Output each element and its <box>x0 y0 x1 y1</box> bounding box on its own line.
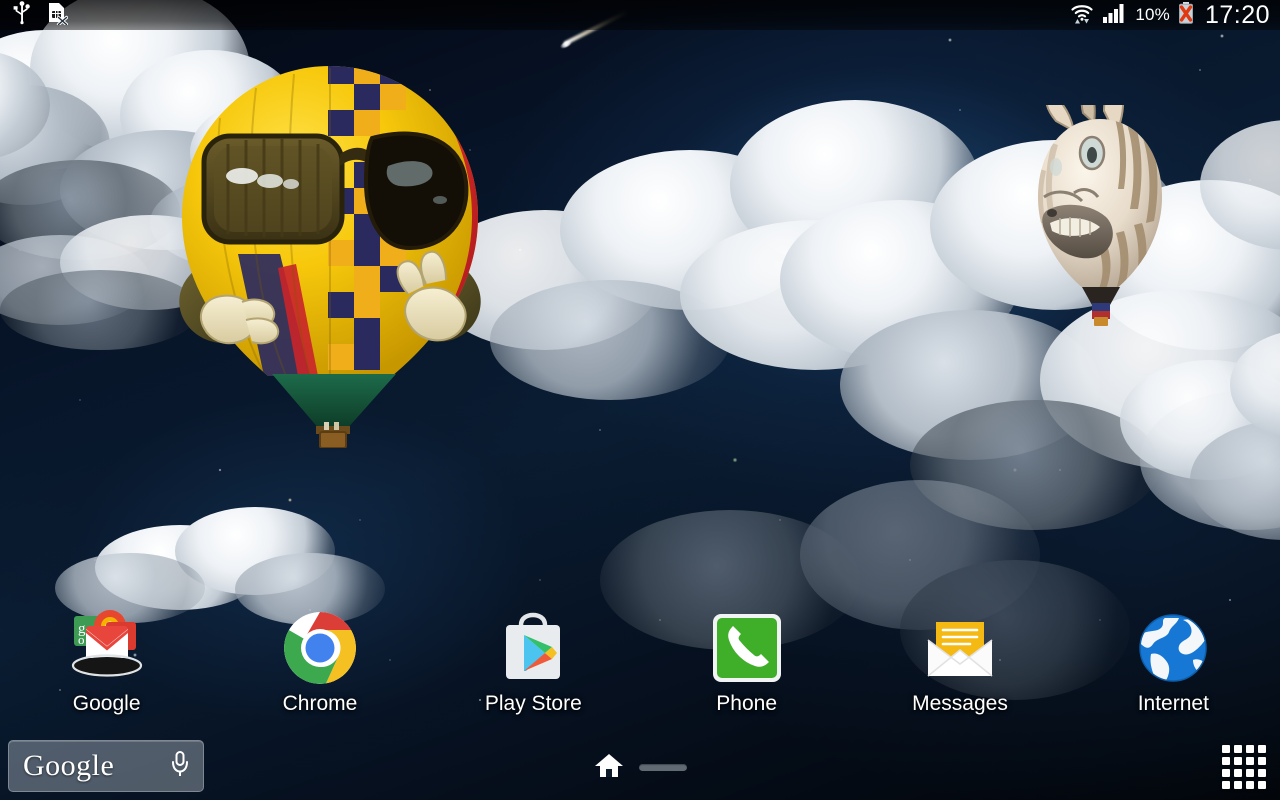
signal-bars-icon <box>1102 1 1128 30</box>
page-indicators <box>0 735 1280 800</box>
status-bar-clock: 17:20 <box>1204 0 1270 29</box>
grid-cell <box>1234 745 1242 753</box>
app-label: Chrome <box>282 692 358 715</box>
grid-cell <box>1258 769 1266 777</box>
grid-cell <box>1258 781 1266 789</box>
battery-percent-label: 10% <box>1135 5 1170 24</box>
app-label: Play Store <box>484 692 582 715</box>
grid-cell <box>1246 745 1254 753</box>
chrome-icon <box>277 608 363 688</box>
grid-cell <box>1234 769 1242 777</box>
app-icon-internet[interactable]: Internet <box>1067 600 1280 725</box>
home-screen-app-row: g o Google Chrome Play Store Phone Messa… <box>0 600 1280 725</box>
app-label: Google <box>72 692 141 715</box>
app-icon-play-store[interactable]: Play Store <box>427 600 640 725</box>
app-icon-google-folder[interactable]: g o Google <box>0 600 213 725</box>
app-label: Messages <box>912 692 1008 715</box>
svg-text:o: o <box>78 632 85 647</box>
grid-cell <box>1258 757 1266 765</box>
app-label: Internet <box>1137 692 1209 715</box>
status-bar-right: 10% 17:20 <box>1069 1 1270 30</box>
grid-cell <box>1246 781 1254 789</box>
app-label: Phone <box>716 692 778 715</box>
android-home-screen: 10% 17:20 g o Google Chrome Play Store P… <box>0 0 1280 800</box>
grid-cell <box>1246 757 1254 765</box>
app-icon-messages[interactable]: Messages <box>853 600 1066 725</box>
grid-cell <box>1234 781 1242 789</box>
status-bar-left <box>12 0 69 30</box>
wifi-icon <box>1069 1 1095 30</box>
shooting-star-icon <box>556 9 630 66</box>
grid-cell <box>1258 745 1266 753</box>
bottom-bar: Google <box>0 735 1280 800</box>
internet-globe-icon <box>1130 608 1216 688</box>
play-store-icon <box>490 608 576 688</box>
app-drawer-button[interactable] <box>1222 745 1266 789</box>
phone-icon <box>704 608 790 688</box>
battery-error-icon <box>1177 1 1195 30</box>
grid-cell <box>1222 757 1230 765</box>
grid-cell <box>1246 769 1254 777</box>
cloud-right-edge <box>1120 330 1280 560</box>
smiley-sunglasses-balloon <box>160 58 500 449</box>
zebra-balloon <box>1030 87 1170 330</box>
page-indicator-2[interactable] <box>639 764 687 771</box>
messages-icon <box>917 608 1003 688</box>
grid-cell <box>1222 781 1230 789</box>
grid-cell <box>1234 757 1242 765</box>
grid-cell <box>1222 745 1230 753</box>
google-folder-icon: g o <box>64 608 150 688</box>
grid-cell <box>1222 769 1230 777</box>
page-indicator-home[interactable] <box>593 751 625 784</box>
usb-icon <box>12 0 32 30</box>
no-sim-card-icon <box>46 1 69 30</box>
status-bar[interactable]: 10% 17:20 <box>0 0 1280 30</box>
app-icon-chrome[interactable]: Chrome <box>213 600 426 725</box>
app-icon-phone[interactable]: Phone <box>640 600 853 725</box>
